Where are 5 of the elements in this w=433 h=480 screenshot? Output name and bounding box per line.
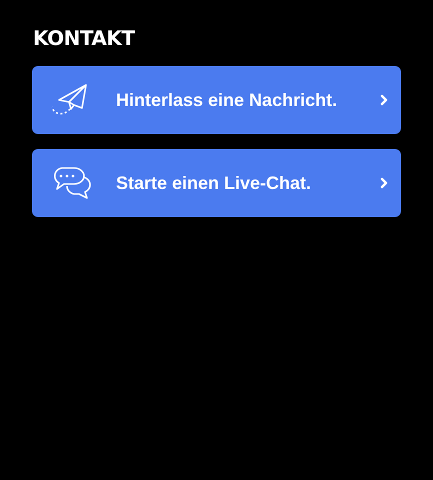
contact-option-button[interactable]: Hinterlass eine Nachricht.	[32, 66, 401, 134]
chevron-right-icon	[379, 93, 389, 107]
section-title: KONTAKT	[33, 26, 135, 50]
contact-option-button[interactable]: Starte einen Live-Chat.	[32, 149, 401, 217]
chevron-right-icon	[379, 176, 389, 190]
